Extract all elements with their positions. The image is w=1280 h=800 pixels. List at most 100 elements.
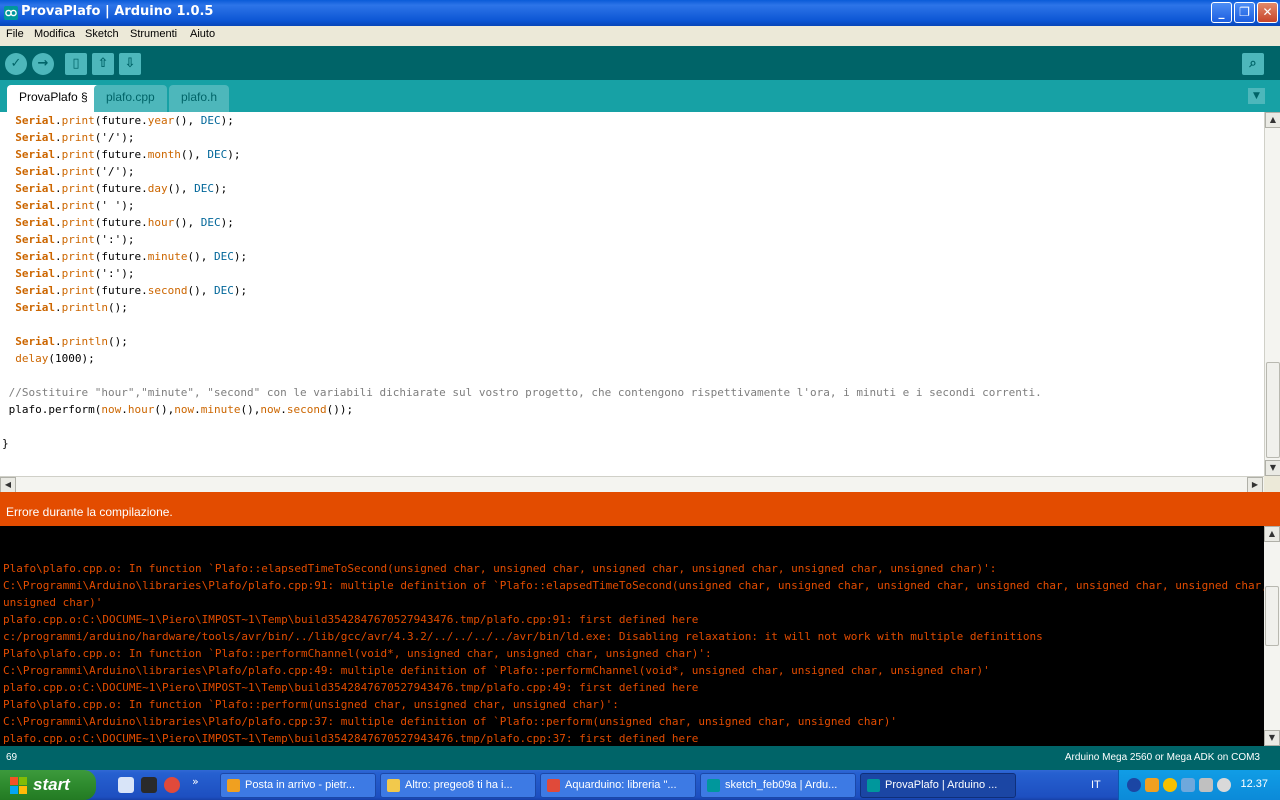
console-line: plafo.cpp.o:C:\DOCUME~1\Piero\IMPOST~1\T… (3, 613, 699, 626)
console-line: C:\Programmi\Arduino\libraries\Plafo/pla… (3, 715, 898, 728)
chrome-icon (547, 779, 560, 792)
start-button[interactable]: start (0, 770, 96, 800)
taskbar-button[interactable]: Aquarduino: libreria "... (540, 773, 696, 798)
console-line: C:\Programmi\Arduino\libraries\Plafo/pla… (3, 579, 1264, 592)
code-line: Serial.print(future.minute(), DEC); (15, 250, 248, 263)
menu-file[interactable]: File (6, 28, 24, 40)
arduino-icon (867, 779, 880, 792)
code-line: Serial.print(future.day(), DEC); (15, 182, 228, 195)
code-line: //Sostituire "hour","minute", "second" c… (8, 386, 1042, 399)
scroll-thumb[interactable] (1266, 362, 1280, 458)
scroll-down-icon[interactable]: ▼ (1264, 730, 1280, 746)
toolbar: ✓ → ▯ ⇧ ⇩ ⌕ (0, 46, 1280, 80)
magnifier-icon: ⌕ (1249, 56, 1257, 71)
menu-modifica[interactable]: Modifica (34, 28, 75, 40)
code-line: delay(1000); (15, 352, 95, 365)
save-button[interactable]: ⇩ (119, 53, 141, 75)
upload-button[interactable]: → (32, 53, 54, 75)
network-icon[interactable] (1181, 778, 1195, 792)
code-line: Serial.print(future.hour(), DEC); (15, 216, 234, 229)
show-desktop-icon[interactable] (118, 777, 134, 793)
taskbar-button-label: sketch_feb09a | Ardu... (725, 779, 838, 791)
console-scrollbar[interactable]: ▲ ▼ (1264, 526, 1280, 746)
close-button[interactable]: ✕ (1257, 2, 1278, 23)
console-line: plafo.cpp.o:C:\DOCUME~1\Piero\IMPOST~1\T… (3, 732, 699, 745)
code-line: Serial.print(':'); (15, 267, 135, 280)
maximize-button[interactable]: ❐ (1234, 2, 1255, 23)
tab-plafo-h[interactable]: plafo.h (169, 85, 230, 112)
taskbar-button[interactable]: sketch_feb09a | Ardu... (700, 773, 856, 798)
tray-expand-icon[interactable] (1127, 778, 1141, 792)
console-line: plafo.cpp.o:C:\DOCUME~1\Piero\IMPOST~1\T… (3, 681, 699, 694)
scroll-left-icon[interactable]: ◀ (0, 477, 16, 493)
code-line: Serial.print(future.second(), DEC); (15, 284, 248, 297)
scroll-down-icon[interactable]: ▼ (1265, 460, 1280, 476)
open-button[interactable]: ⇧ (92, 53, 114, 75)
code-line: Serial.print(':'); (15, 233, 135, 246)
scroll-up-icon[interactable]: ▲ (1264, 526, 1280, 542)
arrow-down-icon: ⇩ (124, 56, 136, 71)
tab-provaplafo[interactable]: ProvaPlafo § (7, 85, 100, 112)
minimize-button[interactable]: _ (1211, 2, 1232, 23)
status-bar: Errore durante la compilazione. (0, 492, 1280, 526)
taskbar-button-label: Aquarduino: libreria "... (565, 779, 677, 791)
tab-menu-button[interactable]: ▼ (1248, 88, 1265, 104)
code-line: Serial.print(' '); (15, 199, 135, 212)
outlook-icon[interactable] (1145, 778, 1159, 792)
chevron-down-icon: ▼ (1253, 91, 1260, 101)
windows-logo-icon (10, 777, 27, 794)
tray-app-icon[interactable] (1199, 778, 1213, 792)
chrome-icon[interactable] (164, 777, 180, 793)
title-bar: ProvaPlafo | Arduino 1.0.5 _ ❐ ✕ (0, 0, 1280, 26)
menu-sketch[interactable]: Sketch (85, 28, 119, 40)
arrow-up-icon: ⇧ (97, 56, 109, 71)
new-button[interactable]: ▯ (65, 53, 87, 75)
console-line: Plafo\plafo.cpp.o: In function `Plafo::p… (3, 647, 712, 660)
language-indicator[interactable]: IT (1091, 779, 1101, 791)
taskbar: start » Posta in arrivo - pietr... Altro:… (0, 770, 1280, 800)
window-title: ProvaPlafo | Arduino 1.0.5 (21, 4, 214, 19)
code-line: } (2, 437, 9, 450)
arrow-right-icon: → (37, 56, 49, 71)
new-file-icon: ▯ (72, 56, 80, 71)
console-output[interactable]: Plafo\plafo.cpp.o: In function `Plafo::e… (0, 526, 1264, 746)
system-tray: 12.37 (1118, 770, 1280, 800)
menu-strumenti[interactable]: Strumenti (130, 28, 177, 40)
start-label: start (33, 775, 70, 794)
scroll-right-icon[interactable]: ▶ (1247, 477, 1263, 493)
scroll-thumb[interactable] (1265, 586, 1279, 646)
clock: 12.37 (1240, 778, 1268, 790)
console-line: C:\Programmi\Arduino\libraries\Plafo/pla… (3, 664, 990, 677)
serial-monitor-button[interactable]: ⌕ (1242, 53, 1264, 75)
taskbar-button[interactable]: Altro: pregeo8 ti ha i... (380, 773, 536, 798)
tab-plafo-cpp[interactable]: plafo.cpp (94, 85, 167, 112)
volume-icon[interactable] (1217, 778, 1231, 792)
menu-aiuto[interactable]: Aiuto (190, 28, 215, 40)
code-line: Serial.print(future.month(), DEC); (15, 148, 241, 161)
app-quicklaunch-icon[interactable] (141, 777, 157, 793)
scroll-up-icon[interactable]: ▲ (1265, 112, 1280, 128)
code-editor[interactable]: Serial.print(future.year(), DEC); Serial… (0, 112, 1264, 476)
editor-vertical-scrollbar[interactable]: ▲ ▼ (1264, 112, 1280, 476)
messenger-icon[interactable] (1163, 778, 1177, 792)
board-info: Arduino Mega 2560 or Mega ADK on COM3 (1064, 752, 1260, 763)
console-line: c:/programmi/arduino/hardware/tools/avr/… (3, 630, 1043, 643)
mail-icon (387, 779, 400, 792)
code-line: Serial.print('/'); (15, 165, 135, 178)
taskbar-button-label: ProvaPlafo | Arduino ... (885, 779, 998, 791)
taskbar-button-label: Altro: pregeo8 ti ha i... (405, 779, 513, 791)
chevron-right-icon[interactable]: » (192, 775, 199, 788)
check-icon: ✓ (10, 56, 22, 71)
menu-bar: File Modifica Sketch Strumenti Aiuto (0, 26, 1280, 46)
taskbar-button[interactable]: ProvaPlafo | Arduino ... (860, 773, 1016, 798)
taskbar-button[interactable]: Posta in arrivo - pietr... (220, 773, 376, 798)
code-line: Serial.println(); (15, 301, 128, 314)
console-line: unsigned char)' (3, 596, 103, 609)
line-number: 69 (6, 752, 18, 763)
code-line: Serial.println(); (15, 335, 128, 348)
verify-button[interactable]: ✓ (5, 53, 27, 75)
taskbar-button-label: Posta in arrivo - pietr... (245, 779, 356, 791)
console-line: Plafo\plafo.cpp.o: In function `Plafo::p… (3, 698, 619, 711)
arduino-icon (4, 6, 18, 20)
editor-horizontal-scrollbar[interactable]: ◀ ▶ (0, 476, 1264, 493)
